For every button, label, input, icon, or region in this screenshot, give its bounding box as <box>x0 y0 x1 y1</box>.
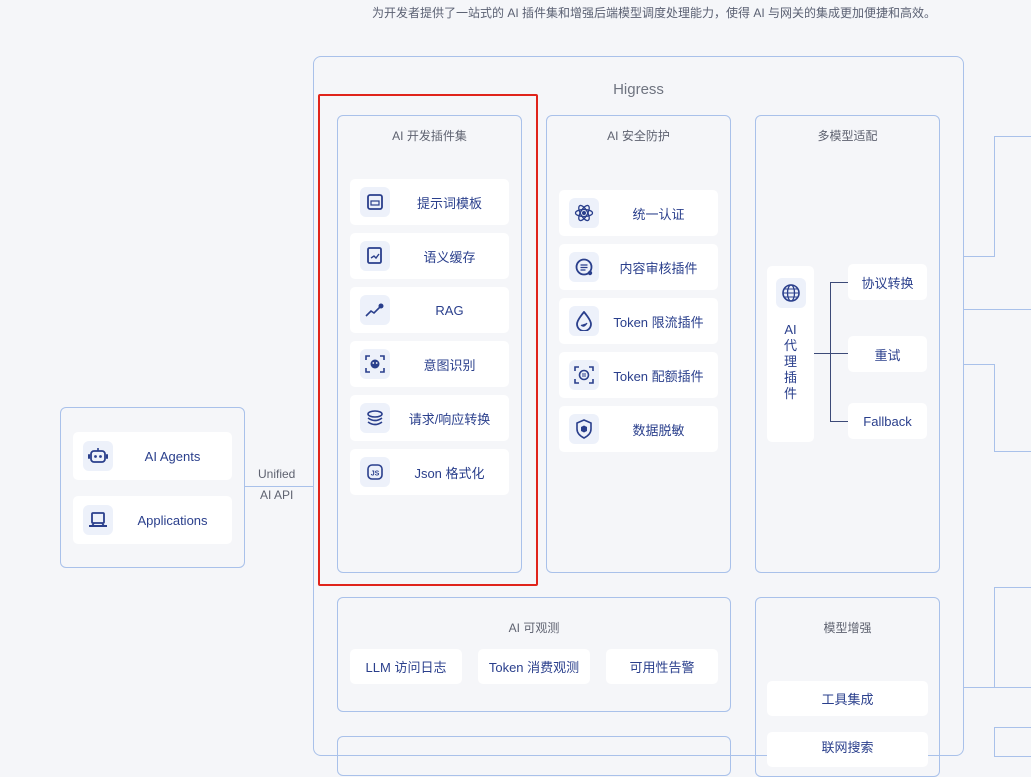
branch-line-bottom <box>830 421 848 422</box>
branch-stem <box>814 353 831 354</box>
security-panel <box>546 115 731 573</box>
right-stub-5 <box>994 727 1031 757</box>
highlight-box <box>318 94 538 586</box>
connector-label-unified: Unified <box>258 467 296 481</box>
header-tagline: 为开发者提供了一站式的 AI 插件集和增强后端模型调度处理能力，使得 AI 与网… <box>372 6 937 20</box>
connector-line <box>245 486 313 487</box>
drop-icon <box>569 306 599 336</box>
right-stub-4 <box>994 587 1031 688</box>
enhance-tool-integration[interactable]: 工具集成 <box>767 681 928 716</box>
security-data-masking[interactable]: 数据脱敏 <box>559 406 718 452</box>
robot-icon <box>83 441 113 471</box>
laptop-icon <box>83 505 113 535</box>
security-token-quota[interactable]: Token 配额插件 <box>559 352 718 398</box>
ai-proxy-plugin[interactable]: AI 代 理 插 件 <box>767 266 814 442</box>
security-unified-auth[interactable]: 统一认证 <box>559 190 718 236</box>
branch-protocol-conversion[interactable]: 协议转换 <box>848 264 927 300</box>
security-label: Token 限流插件 <box>613 314 704 330</box>
connector-label-api: AI API <box>260 488 294 502</box>
shield-icon <box>569 414 599 444</box>
right-stub-1 <box>964 136 995 257</box>
security-label: Token 配额插件 <box>613 368 704 384</box>
client-label: AI Agents <box>144 448 201 464</box>
right-stub-3b <box>994 364 1031 452</box>
obs-llm-access-log[interactable]: LLM 访问日志 <box>350 649 462 684</box>
security-label: 统一认证 <box>632 206 685 222</box>
right-stub-3 <box>964 364 995 365</box>
security-label: 数据脱敏 <box>632 422 685 438</box>
branch-line-top <box>830 282 848 283</box>
right-stub-2 <box>964 309 1031 310</box>
client-applications[interactable]: Applications <box>73 496 232 544</box>
branch-trunk <box>830 282 831 422</box>
obs-availability-alert[interactable]: 可用性告警 <box>606 649 718 684</box>
client-label: Applications <box>137 512 208 528</box>
observability-title: AI 可观测 <box>508 621 560 635</box>
ai-proxy-label: AI 代 理 插 件 <box>783 322 797 401</box>
bottom-panel <box>337 736 731 776</box>
security-label: 内容审核插件 <box>619 260 698 276</box>
right-stub-1b <box>994 136 1031 257</box>
security-content-review[interactable]: 内容审核插件 <box>559 244 718 290</box>
globe-icon <box>775 278 806 308</box>
security-title: AI 安全防护 <box>607 129 670 143</box>
quota-icon <box>569 360 599 390</box>
multi-model-title: 多模型适配 <box>817 129 878 143</box>
auth-icon <box>569 198 599 228</box>
obs-token-consumption[interactable]: Token 消费观测 <box>478 649 590 684</box>
enhance-web-search[interactable]: 联网搜索 <box>767 732 928 767</box>
model-enhance-title: 模型增强 <box>823 621 872 635</box>
security-token-rate-limit[interactable]: Token 限流插件 <box>559 298 718 344</box>
client-ai-agents[interactable]: AI Agents <box>73 432 232 480</box>
branch-fallback[interactable]: Fallback <box>848 403 927 439</box>
right-stub-4-line <box>964 687 995 688</box>
review-icon <box>569 252 599 282</box>
branch-line-mid <box>830 353 848 354</box>
branch-retry[interactable]: 重试 <box>848 336 927 372</box>
